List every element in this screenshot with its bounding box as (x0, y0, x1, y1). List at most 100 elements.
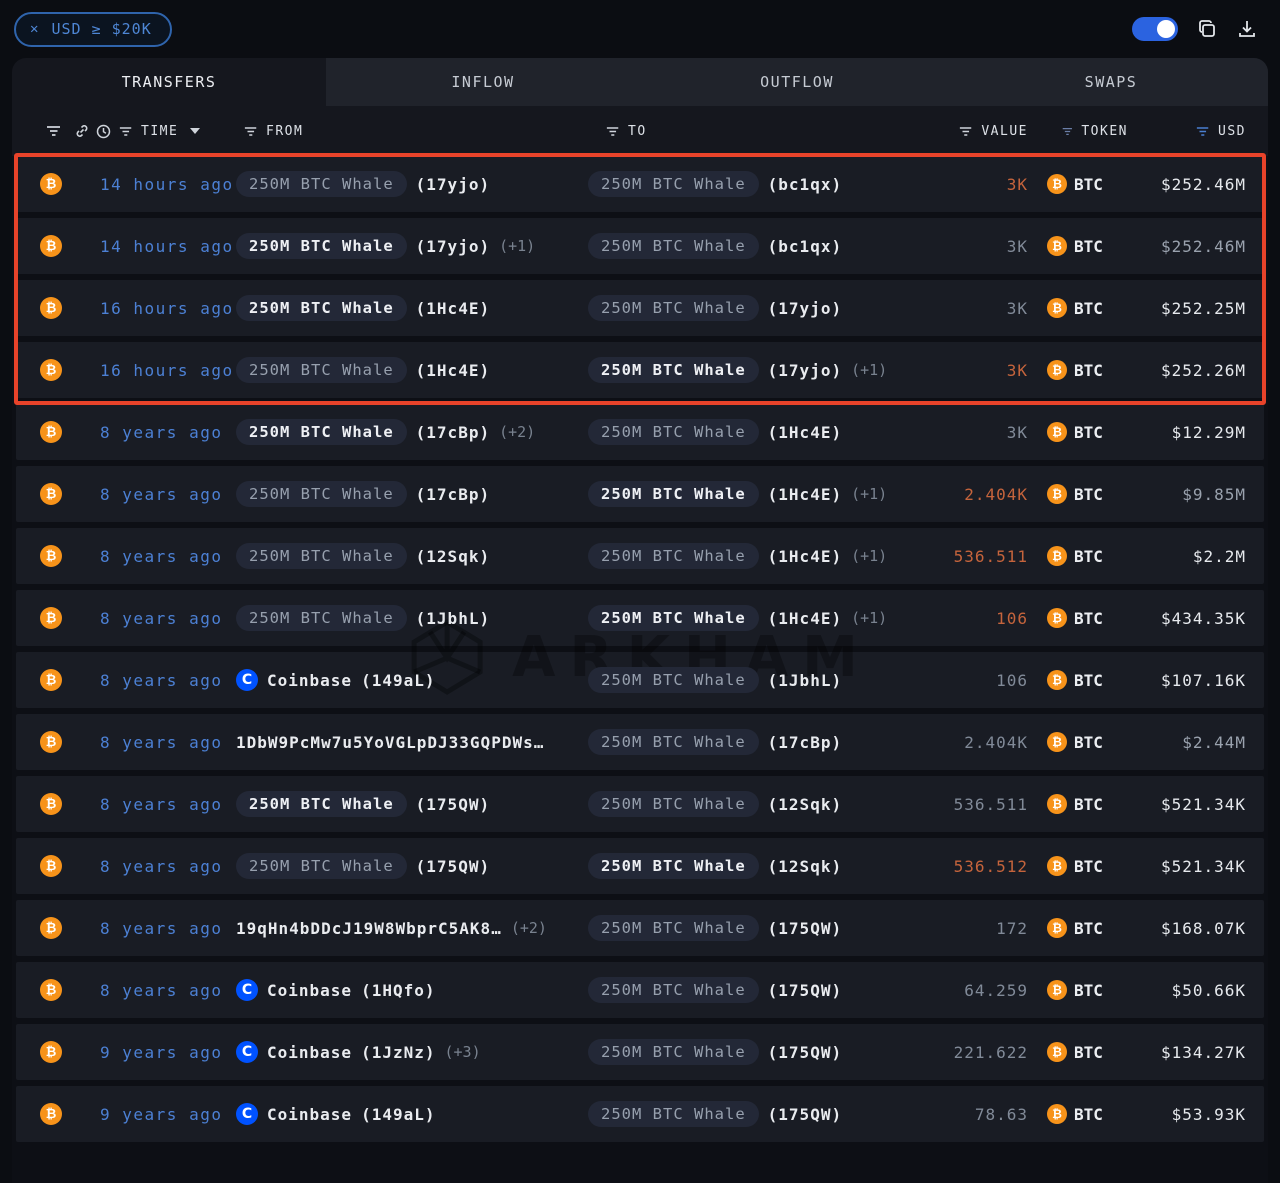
column-header-token[interactable]: TOKEN (1036, 124, 1128, 139)
from-entity-pill[interactable]: 250M BTC Whale (236, 605, 407, 631)
to-cell[interactable]: 250M BTC Whale (17yjo) (+1) (588, 357, 916, 383)
from-exchange-name[interactable]: Coinbase (267, 671, 352, 690)
from-address[interactable]: (1JzNz) (361, 1043, 435, 1062)
to-entity-pill[interactable]: 250M BTC Whale (588, 915, 759, 941)
from-entity-pill[interactable]: 250M BTC Whale (236, 481, 407, 507)
from-cell[interactable]: 250M BTC Whale (17cBp) (+2) (236, 419, 588, 445)
to-entity-pill[interactable]: 250M BTC Whale (588, 295, 759, 321)
to-address[interactable]: (12Sqk) (768, 795, 842, 814)
table-row[interactable]: ₿ 8 years ago 250M BTC Whale (12Sqk) 250M BT… (16, 528, 1264, 584)
from-cell[interactable]: 250M BTC Whale (1Hc4E) (236, 295, 588, 321)
time-cell[interactable]: 8 years ago (84, 981, 236, 1000)
table-row[interactable]: ₿ 16 hours ago 250M BTC Whale (1Hc4E) 250M B… (16, 342, 1264, 398)
to-entity-pill[interactable]: 250M BTC Whale (588, 1039, 759, 1065)
from-entity-pill[interactable]: 250M BTC Whale (236, 853, 407, 879)
to-address[interactable]: (175QW) (768, 1105, 842, 1124)
token-cell[interactable]: ₿ BTC (1036, 794, 1128, 814)
token-cell[interactable]: ₿ BTC (1036, 484, 1128, 504)
from-cell[interactable]: 19qHn4bDDcJ19W8WbprC5AK8… (+2) (236, 919, 588, 938)
chip-close-icon[interactable]: ✕ (30, 21, 39, 37)
from-address[interactable]: 1DbW9PcMw7u5YoVGLpDJ33GQPDWs… (236, 733, 544, 752)
from-extra-count[interactable]: (+1) (499, 237, 535, 255)
table-row[interactable]: ₿ 14 hours ago 250M BTC Whale (17yjo) (+1) 25… (16, 218, 1264, 274)
from-extra-count[interactable]: (+2) (511, 919, 547, 937)
table-row[interactable]: ₿ 8 years ago 250M BTC Whale (175QW) 250M BT… (16, 838, 1264, 894)
to-extra-count[interactable]: (+1) (851, 361, 887, 379)
token-cell[interactable]: ₿ BTC (1036, 608, 1128, 628)
token-cell[interactable]: ₿ BTC (1036, 546, 1128, 566)
to-cell[interactable]: 250M BTC Whale (1JbhL) (588, 667, 916, 693)
time-cell[interactable]: 8 years ago (84, 423, 236, 442)
token-cell[interactable]: ₿ BTC (1036, 360, 1128, 380)
from-address[interactable]: (175QW) (416, 857, 490, 876)
to-cell[interactable]: 250M BTC Whale (1Hc4E) (588, 419, 916, 445)
to-address[interactable]: (1Hc4E) (768, 547, 842, 566)
to-address[interactable]: (175QW) (768, 919, 842, 938)
to-address[interactable]: (1Hc4E) (768, 423, 842, 442)
filter-chip-usd-20k[interactable]: ✕ USD ≥ $20K (14, 11, 172, 47)
tab-transfers[interactable]: TRANSFERS (12, 58, 326, 106)
from-cell[interactable]: 250M BTC Whale (175QW) (236, 791, 588, 817)
table-row[interactable]: ₿ 8 years ago C Coinbase (149aL) 250M BTC Wha… (16, 652, 1264, 708)
to-extra-count[interactable]: (+1) (851, 547, 887, 565)
table-row[interactable]: ₿ 8 years ago 250M BTC Whale (17cBp) 250M BT… (16, 466, 1264, 522)
time-cell[interactable]: 8 years ago (84, 919, 236, 938)
column-header-from[interactable]: FROM (236, 124, 588, 139)
table-row[interactable]: ₿ 8 years ago C Coinbase (1HQfo) 250M BTC Wha… (16, 962, 1264, 1018)
to-entity-pill[interactable]: 250M BTC Whale (588, 419, 759, 445)
to-address[interactable]: (17yjo) (768, 361, 842, 380)
to-address[interactable]: (1Hc4E) (768, 609, 842, 628)
from-address[interactable]: (175QW) (416, 795, 490, 814)
to-cell[interactable]: 250M BTC Whale (175QW) (588, 1039, 916, 1065)
from-entity-pill[interactable]: 250M BTC Whale (236, 791, 407, 817)
time-cell[interactable]: 8 years ago (84, 547, 236, 566)
from-exchange-name[interactable]: Coinbase (267, 1043, 352, 1062)
token-cell[interactable]: ₿ BTC (1036, 1042, 1128, 1062)
column-header-usd[interactable]: USD (1128, 124, 1264, 139)
to-entity-pill[interactable]: 250M BTC Whale (588, 729, 759, 755)
to-cell[interactable]: 250M BTC Whale (1Hc4E) (+1) (588, 481, 916, 507)
from-exchange-name[interactable]: Coinbase (267, 1105, 352, 1124)
token-cell[interactable]: ₿ BTC (1036, 732, 1128, 752)
time-cell[interactable]: 16 hours ago (84, 361, 236, 380)
to-address[interactable]: (bc1qx) (768, 175, 842, 194)
to-extra-count[interactable]: (+1) (851, 609, 887, 627)
from-entity-pill[interactable]: 250M BTC Whale (236, 295, 407, 321)
from-address[interactable]: (12Sqk) (416, 547, 490, 566)
table-row[interactable]: ₿ 8 years ago 1DbW9PcMw7u5YoVGLpDJ33GQPDWs… (16, 714, 1264, 770)
from-address[interactable]: (17cBp) (416, 423, 490, 442)
from-cell[interactable]: 250M BTC Whale (17yjo) (+1) (236, 233, 588, 259)
usd-toggle[interactable] (1132, 17, 1178, 41)
from-cell[interactable]: C Coinbase (149aL) (236, 1103, 588, 1125)
to-cell[interactable]: 250M BTC Whale (175QW) (588, 1101, 916, 1127)
table-row[interactable]: ₿ 9 years ago C Coinbase (1JzNz) (+3) 250M BTC… (16, 1024, 1264, 1080)
token-cell[interactable]: ₿ BTC (1036, 856, 1128, 876)
to-entity-pill[interactable]: 250M BTC Whale (588, 171, 759, 197)
from-address[interactable]: (17yjo) (416, 175, 490, 194)
column-header-time[interactable]: TIME (84, 124, 236, 139)
to-cell[interactable]: 250M BTC Whale (1Hc4E) (+1) (588, 543, 916, 569)
time-cell[interactable]: 14 hours ago (84, 237, 236, 256)
from-address[interactable]: (1HQfo) (361, 981, 435, 1000)
table-row[interactable]: ₿ 9 years ago C Coinbase (149aL) 250M BTC Wha… (16, 1086, 1264, 1142)
from-address[interactable]: (1Hc4E) (416, 361, 490, 380)
to-cell[interactable]: 250M BTC Whale (bc1qx) (588, 171, 916, 197)
to-address[interactable]: (175QW) (768, 981, 842, 1000)
to-address[interactable]: (175QW) (768, 1043, 842, 1062)
to-address[interactable]: (17yjo) (768, 299, 842, 318)
token-cell[interactable]: ₿ BTC (1036, 980, 1128, 1000)
token-cell[interactable]: ₿ BTC (1036, 1104, 1128, 1124)
to-entity-pill[interactable]: 250M BTC Whale (588, 853, 759, 879)
time-cell[interactable]: 8 years ago (84, 671, 236, 690)
column-header-value[interactable]: VALUE (916, 124, 1036, 139)
to-address[interactable]: (17cBp) (768, 733, 842, 752)
time-cell[interactable]: 8 years ago (84, 795, 236, 814)
to-cell[interactable]: 250M BTC Whale (12Sqk) (588, 853, 916, 879)
from-address[interactable]: (1JbhL) (416, 609, 490, 628)
from-address[interactable]: (1Hc4E) (416, 299, 490, 318)
tab-swaps[interactable]: SWAPS (954, 58, 1268, 106)
to-address[interactable]: (1JbhL) (768, 671, 842, 690)
table-row[interactable]: ₿ 8 years ago 250M BTC Whale (175QW) 250M BT… (16, 776, 1264, 832)
token-cell[interactable]: ₿ BTC (1036, 422, 1128, 442)
from-cell[interactable]: 250M BTC Whale (175QW) (236, 853, 588, 879)
